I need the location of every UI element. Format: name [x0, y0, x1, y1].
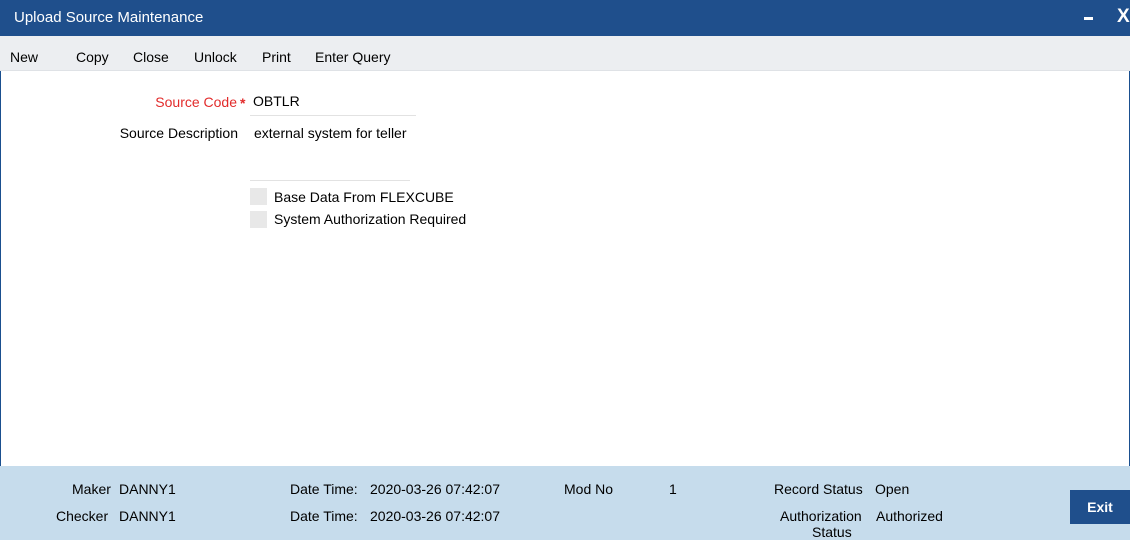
minimize-icon[interactable] — [1084, 17, 1093, 20]
base-data-label: Base Data From FLEXCUBE — [274, 189, 454, 205]
audit-footer: Maker DANNY1 Date Time: 2020-03-26 07:42… — [0, 466, 1130, 540]
source-description-label: Source Description — [119, 125, 238, 141]
window-title: Upload Source Maintenance — [14, 9, 204, 26]
checker-datetime-label: Date Time: — [290, 508, 358, 524]
toolbar: New Copy Close Unlock Print Enter Query — [0, 36, 1130, 71]
mod-no-value: 1 — [669, 481, 677, 497]
source-description-underline — [250, 180, 410, 181]
print-button[interactable]: Print — [262, 49, 291, 65]
authorization-status-label: Authorization — [780, 508, 862, 524]
window-frame — [0, 0, 1130, 539]
authorization-status-value: Authorized — [876, 508, 943, 524]
close-button[interactable]: Close — [133, 49, 169, 65]
unlock-button[interactable]: Unlock — [194, 49, 237, 65]
source-description-field[interactable]: external system for teller — [254, 125, 407, 141]
system-authorization-label: System Authorization Required — [274, 211, 467, 227]
checker-datetime-value: 2020-03-26 07:42:07 — [370, 508, 500, 524]
base-data-checkbox[interactable] — [250, 188, 267, 205]
required-marker: * — [240, 95, 246, 111]
source-code-field[interactable]: OBTLR — [253, 93, 300, 109]
maker-datetime-label: Date Time: — [290, 481, 358, 497]
maker-value: DANNY1 — [119, 481, 176, 497]
source-code-label: Source Code — [155, 94, 237, 110]
source-code-underline — [250, 115, 416, 116]
maker-label: Maker — [72, 481, 111, 497]
title-bar: Upload Source Maintenance X — [0, 0, 1130, 36]
system-authorization-checkbox[interactable] — [250, 211, 267, 228]
copy-button[interactable]: Copy — [76, 49, 109, 65]
close-icon[interactable]: X — [1117, 6, 1130, 28]
new-button[interactable]: New — [10, 49, 38, 65]
checker-value: DANNY1 — [119, 508, 176, 524]
record-status-value: Open — [875, 481, 910, 497]
record-status-label: Record Status — [774, 481, 863, 497]
authorization-status-label-line2: Status — [812, 524, 852, 540]
mod-no-label: Mod No — [564, 481, 614, 497]
exit-button[interactable]: Exit — [1070, 490, 1130, 524]
checker-label: Checker — [56, 508, 109, 524]
maker-datetime-value: 2020-03-26 07:42:07 — [370, 481, 500, 497]
enter-query-button[interactable]: Enter Query — [315, 49, 390, 65]
